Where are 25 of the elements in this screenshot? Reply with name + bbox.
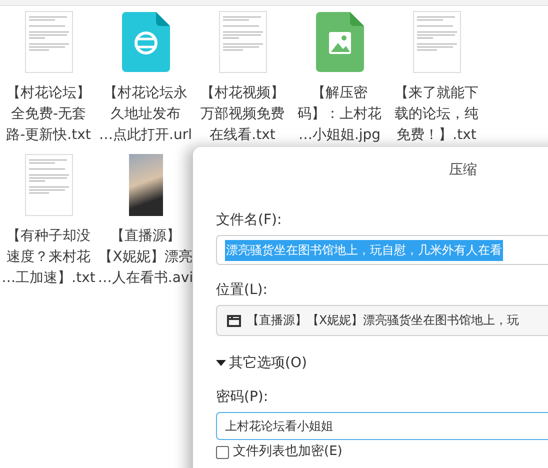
- folder-icon: [227, 314, 241, 326]
- image-file-icon: [316, 12, 364, 72]
- document-thumbnail: [218, 11, 266, 73]
- triangle-down-icon: [216, 360, 226, 366]
- checkbox-label: 文件列表也加密(E): [233, 444, 342, 460]
- globe-file-icon: [122, 12, 170, 72]
- photo-placeholder: [128, 154, 162, 216]
- location-field[interactable]: 【直播源】【X妮妮】漂亮骚货坐在图书馆地上，玩: [216, 305, 548, 336]
- dialog-title: 压缩: [448, 161, 478, 180]
- document-thumbnail: [24, 11, 72, 73]
- file-name[interactable]: 【村花论坛永 久地址发布 …点此打开.url: [99, 83, 192, 146]
- checkbox[interactable]: [216, 446, 229, 458]
- file-name[interactable]: 【村花视频】 万部视频免费 在线看.txt: [200, 83, 284, 146]
- options-expander[interactable]: 其它选项(O): [216, 354, 307, 372]
- file-name[interactable]: 【直播源】 【X妮妮】漂亮 …人在看书.avi: [98, 226, 194, 289]
- field-label: 文件名(F):: [216, 211, 282, 229]
- field-label: 密码(P):: [216, 388, 268, 406]
- file-name[interactable]: 【村花论坛】 全免费-无套 路-更新快.txt: [6, 83, 91, 146]
- file-name[interactable]: 【解压密 码】：上村花 …小姐姐.jpg: [298, 83, 382, 146]
- field-label: 位置(L):: [216, 281, 268, 299]
- file-name[interactable]: 【有种子却没 速度？来村花 …工加速】.txt: [2, 226, 96, 289]
- password-field[interactable]: 上村花论坛看小姐姐: [216, 412, 548, 440]
- document-thumbnail: [24, 154, 72, 216]
- document-thumbnail: [412, 11, 460, 73]
- file-name[interactable]: 【来了就能下 载的论坛，纯 免费！】.txt: [394, 83, 478, 146]
